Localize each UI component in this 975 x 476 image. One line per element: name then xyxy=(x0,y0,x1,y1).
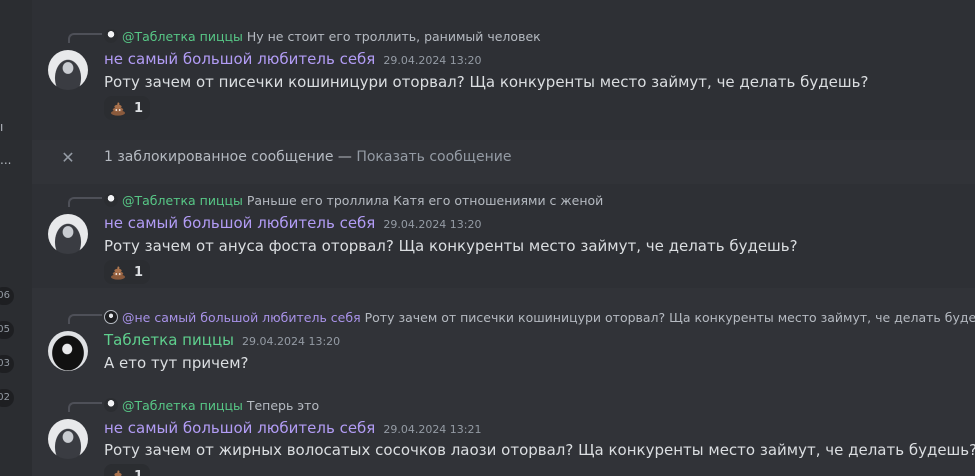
avatar[interactable] xyxy=(48,331,88,371)
timestamp: 29.04.2024 13:20 xyxy=(242,335,341,348)
reaction-button[interactable]: 1 xyxy=(104,96,150,120)
reply-text: Ну не стоит его троллить, ранимый челове… xyxy=(246,28,541,44)
reaction-count: 1 xyxy=(134,100,144,116)
poop-emoji-icon xyxy=(110,468,126,476)
message[interactable]: @Таблетка пиццы Теперь это не самый боль… xyxy=(32,388,975,476)
reply-mention[interactable]: @Таблетка пиццы xyxy=(122,29,243,44)
reply-avatar xyxy=(104,398,118,412)
poop-emoji-icon xyxy=(110,100,126,116)
author-name[interactable]: не самый большой любитель себя xyxy=(104,214,375,232)
reaction-button[interactable]: 1 xyxy=(104,464,150,476)
sidebar-badge[interactable]: 06 xyxy=(0,287,14,305)
reply-preview[interactable]: @не самый большой любитель себя Роту зач… xyxy=(104,308,975,326)
reply-connector xyxy=(68,197,102,207)
avatar[interactable] xyxy=(48,214,88,254)
sidebar-badge[interactable]: 05 xyxy=(0,321,14,339)
reply-avatar xyxy=(104,29,118,43)
close-icon[interactable]: ✕ xyxy=(60,150,76,166)
message[interactable]: @Таблетка пиццы Раньше его троллила Катя… xyxy=(32,184,975,288)
reaction-count: 1 xyxy=(134,468,144,476)
reply-connector xyxy=(68,33,102,43)
avatar[interactable] xyxy=(48,419,88,459)
reply-preview[interactable]: @Таблетка пиццы Раньше его троллила Катя… xyxy=(104,191,603,209)
reply-mention[interactable]: @не самый большой любитель себя xyxy=(122,310,361,325)
message[interactable]: @не самый большой любитель себя Роту зач… xyxy=(32,300,975,384)
sidebar-badge[interactable]: 02 xyxy=(0,389,14,407)
reaction-button[interactable]: 1 xyxy=(104,260,150,284)
timestamp: 29.04.2024 13:21 xyxy=(383,423,482,436)
reply-connector xyxy=(68,402,102,412)
message[interactable]: @Таблетка пиццы Ну не стоит его троллить… xyxy=(32,0,975,140)
message-content: Роту зачем от ануса фоста оторвал? Ща ко… xyxy=(104,237,798,255)
blocked-message-notice: ✕ 1 заблокированное сообщение — Показать… xyxy=(32,140,975,176)
chat-messages: @Таблетка пиццы Ну не стоит его троллить… xyxy=(32,0,975,476)
timestamp: 29.04.2024 13:20 xyxy=(383,218,482,231)
reply-preview[interactable]: @Таблетка пиццы Ну не стоит его троллить… xyxy=(104,27,541,45)
author-name[interactable]: не самый большой любитель себя xyxy=(104,50,375,68)
poop-emoji-icon xyxy=(110,264,126,280)
reply-mention[interactable]: @Таблетка пиццы xyxy=(122,398,243,413)
message-content: А ето тут причем? xyxy=(104,354,249,372)
sidebar-badge[interactable]: 03 xyxy=(0,355,14,373)
reply-mention[interactable]: @Таблетка пиццы xyxy=(122,193,243,208)
show-message-link[interactable]: Показать сообщение xyxy=(356,149,511,165)
reply-text: Роту зачем от писечки кошиницури оторвал… xyxy=(364,309,975,325)
timestamp: 29.04.2024 13:20 xyxy=(383,54,482,67)
reply-text: Теперь это xyxy=(246,397,320,413)
sidebar-glyph: ... xyxy=(0,153,12,167)
message-content: Роту зачем от жирных волосатых сосочков … xyxy=(104,441,975,459)
reply-preview[interactable]: @Таблетка пиццы Теперь это xyxy=(104,396,319,414)
blocked-text: 1 заблокированное сообщение — xyxy=(104,149,357,165)
reply-connector xyxy=(68,314,102,324)
avatar[interactable] xyxy=(48,50,88,90)
channel-sidebar-edge: ı ... 06 05 03 02 xyxy=(0,0,32,476)
reply-avatar xyxy=(104,310,118,324)
reply-text: Раньше его троллила Катя его отношениями… xyxy=(246,192,604,208)
message-content: Роту зачем от писечки кошиницури оторвал… xyxy=(104,73,869,91)
reply-avatar xyxy=(104,193,118,207)
sidebar-glyph: ı xyxy=(0,120,4,134)
reaction-count: 1 xyxy=(134,264,144,280)
author-name[interactable]: не самый большой любитель себя xyxy=(104,419,375,437)
author-name[interactable]: Таблетка пиццы xyxy=(104,331,234,349)
